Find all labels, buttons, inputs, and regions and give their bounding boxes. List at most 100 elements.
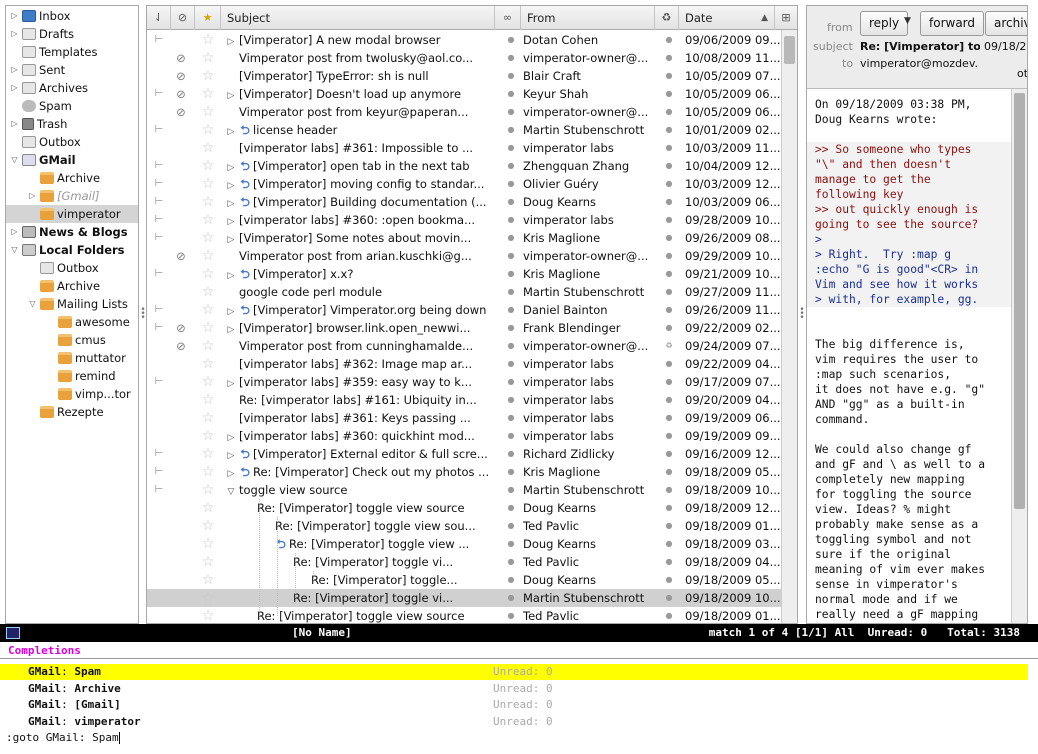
read-status-icon[interactable]: ● — [503, 301, 519, 319]
star-icon[interactable]: ☆ — [197, 607, 219, 623]
completion-item[interactable]: GMail: Spam Unread: 0 — [0, 664, 1028, 680]
junk-status-icon[interactable]: ● — [661, 283, 677, 301]
junk-status-icon[interactable]: ● — [661, 535, 677, 553]
read-status-icon[interactable]: ● — [503, 49, 519, 67]
thread-expand-icon[interactable]: ▷ — [225, 465, 237, 481]
junk-status-icon[interactable]: ● — [661, 355, 677, 373]
junk-column-icon[interactable]: ♻ — [655, 6, 679, 30]
junk-status-icon[interactable]: ● — [661, 607, 677, 623]
message-row[interactable]: ⊢ ☆ ▷ [Vimperator] A new modal browser ● Dota… — [147, 31, 781, 49]
read-status-icon[interactable]: ● — [503, 553, 519, 571]
read-status-icon[interactable]: ● — [503, 337, 519, 355]
junk-status-icon[interactable]: ● — [661, 67, 677, 85]
read-status-icon[interactable]: ● — [503, 355, 519, 373]
message-row[interactable]: ☆ Re: [Vimperator] toggle vi... ● Martin St… — [147, 589, 781, 607]
expand-twisty-icon[interactable]: ▷ — [10, 223, 19, 241]
junk-status-icon[interactable]: ● — [661, 571, 677, 589]
read-status-icon[interactable]: ● — [503, 283, 519, 301]
folder-item[interactable]: Archive — [6, 277, 138, 295]
thread-expand-icon[interactable]: ▷ — [225, 123, 237, 139]
message-row[interactable]: ⊢ ☆ ▷ ⮌ [Vimperator] open tab in the next ta… — [147, 157, 781, 175]
folder-item[interactable]: Spam — [6, 97, 138, 115]
star-icon[interactable]: ☆ — [197, 175, 219, 193]
folder-item[interactable]: cmus — [6, 331, 138, 349]
folder-item[interactable]: ▷ Inbox — [6, 7, 138, 25]
junk-status-icon[interactable]: ● — [661, 211, 677, 229]
reply-dropdown-icon[interactable]: ▼ — [904, 16, 911, 26]
read-status-icon[interactable]: ● — [503, 373, 519, 391]
junk-status-icon[interactable]: ● — [661, 517, 677, 535]
junk-status-icon[interactable]: ● — [661, 427, 677, 445]
message-list-scrollbar[interactable] — [781, 30, 797, 623]
junk-status-icon[interactable]: ● — [661, 175, 677, 193]
junk-icon[interactable]: ♻ — [661, 337, 677, 355]
completion-item[interactable]: GMail: [Gmail] Unread: 0 — [0, 697, 1028, 713]
folder-item[interactable]: ▷ Sent — [6, 61, 138, 79]
read-status-icon[interactable]: ● — [503, 319, 519, 337]
star-icon[interactable]: ☆ — [197, 301, 219, 319]
message-row[interactable]: ⊢ ☆ ▷ ⮌ [Vimperator] External editor & full … — [147, 445, 781, 463]
read-status-icon[interactable]: ● — [503, 157, 519, 175]
thread-expand-icon[interactable]: ▷ — [225, 267, 237, 283]
message-row[interactable]: ⊢ ☆ ▷ [vimperator labs] #359: easy way to k… — [147, 373, 781, 391]
folder-item[interactable]: ▷ Trash — [6, 115, 138, 133]
folder-item[interactable]: ▽ Local Folders — [6, 241, 138, 259]
star-icon[interactable]: ☆ — [197, 535, 219, 553]
thread-expand-icon[interactable]: ▷ — [225, 213, 237, 229]
completion-item[interactable]: GMail: Archive Unread: 0 — [0, 681, 1028, 697]
junk-status-icon[interactable]: ● — [661, 589, 677, 607]
junk-status-icon[interactable]: ● — [661, 463, 677, 481]
message-row[interactable]: ⊢ ☆ ▷ ⮌ [Vimperator] moving config to standa… — [147, 175, 781, 193]
star-icon[interactable]: ☆ — [197, 157, 219, 175]
star-icon[interactable]: ☆ — [197, 445, 219, 463]
collapse-twisty-icon[interactable]: ▽ — [28, 295, 37, 313]
star-icon[interactable]: ☆ — [197, 265, 219, 283]
junk-status-icon[interactable]: ● — [661, 301, 677, 319]
message-row[interactable]: ☆ ▷ [vimperator labs] #360: quickhint mod.… — [147, 427, 781, 445]
read-status-icon[interactable]: ● — [503, 85, 519, 103]
read-status-icon[interactable]: ● — [503, 31, 519, 49]
folder-item[interactable]: ▷ Archives — [6, 79, 138, 97]
read-status-icon[interactable]: ● — [503, 589, 519, 607]
junk-status-icon[interactable]: ● — [661, 247, 677, 265]
folder-item[interactable]: ▷ [Gmail] — [6, 187, 138, 205]
star-icon[interactable]: ☆ — [197, 391, 219, 409]
junk-status-icon[interactable]: ● — [661, 229, 677, 247]
thread-expand-icon[interactable]: ▷ — [225, 177, 237, 193]
read-status-icon[interactable]: ● — [503, 481, 519, 499]
star-icon[interactable]: ☆ — [197, 427, 219, 445]
message-row[interactable]: ☆ Re: [Vimperator] toggle... ● Doug Kearns ●… — [147, 571, 781, 589]
read-status-icon[interactable]: ● — [503, 499, 519, 517]
junk-status-icon[interactable]: ● — [661, 499, 677, 517]
message-row[interactable]: ⊢ ☆ ▷ ⮌ [Vimperator] x.x? ● Kris Maglione ● 09/2… — [147, 265, 781, 283]
preview-scrollbar-thumb[interactable] — [1014, 93, 1025, 509]
preview-pane-splitter[interactable]: • • • — [799, 306, 805, 323]
thread-expand-icon[interactable]: ▷ — [225, 33, 237, 49]
junk-status-icon[interactable]: ● — [661, 103, 677, 121]
folder-item[interactable]: Outbox — [6, 133, 138, 151]
message-row[interactable]: ☆ google code perl module ● Martin Stubensc… — [147, 283, 781, 301]
star-icon[interactable]: ☆ — [197, 139, 219, 157]
read-status-icon[interactable]: ● — [503, 67, 519, 85]
folder-item[interactable]: ▽ GMail — [6, 151, 138, 169]
folder-item[interactable]: remind — [6, 367, 138, 385]
message-row[interactable]: ☆ [vimperator labs] #361: Impossible to .… — [147, 139, 781, 157]
folder-item[interactable]: vimperator — [6, 205, 138, 223]
collapse-twisty-icon[interactable]: ▽ — [10, 241, 19, 259]
reply-button[interactable]: reply — [860, 11, 909, 36]
star-icon[interactable]: ☆ — [197, 373, 219, 391]
thread-column-icon[interactable]: ⇃ — [147, 6, 171, 30]
junk-status-icon[interactable]: ● — [661, 481, 677, 499]
read-status-icon[interactable]: ● — [503, 247, 519, 265]
expand-twisty-icon[interactable]: ▷ — [10, 7, 19, 25]
message-row[interactable]: ⊢ ☆ ▷ [Vimperator] Some notes about movin..… — [147, 229, 781, 247]
junk-status-icon[interactable]: ● — [661, 31, 677, 49]
expand-twisty-icon[interactable]: ▷ — [10, 115, 19, 133]
message-row[interactable]: ⊢ ☆ ▷ ⮌ Re: [Vimperator] Check out my photos… — [147, 463, 781, 481]
thread-expand-icon[interactable]: ▷ — [225, 195, 237, 211]
star-icon[interactable]: ☆ — [197, 247, 219, 265]
message-to[interactable]: vimperator@mozdev. — [860, 57, 980, 70]
message-row[interactable]: ☆ ⮌ Re: [Vimperator] toggle view ... ● Doug … — [147, 535, 781, 553]
message-row[interactable]: ⊢ ☆ ▷ ⮌ [Vimperator] Building documentation … — [147, 193, 781, 211]
message-row[interactable]: ⊢ ☆ ▽ toggle view source ● Martin Stubenschro… — [147, 481, 781, 499]
